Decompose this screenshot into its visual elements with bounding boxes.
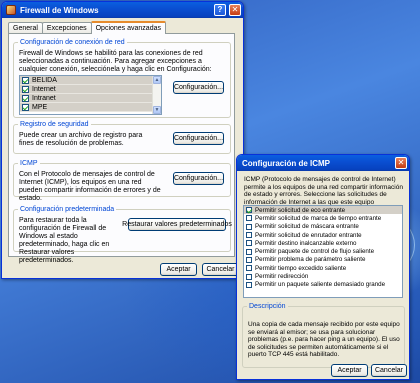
icmp-option-label: Permitir solicitud de enrutador entrante (255, 231, 362, 239)
default-settings-text: Para restaurar toda la configuración de … (19, 217, 110, 264)
icmp-option-label: Permitir un paquete saliente demasiado g… (255, 281, 386, 289)
connections-scrollbar[interactable]: ▲ ▼ (152, 76, 161, 114)
network-settings-button[interactable]: Configuración... (173, 81, 224, 94)
icmp-dialog: Configuración de ICMP ✕ ICMP (Protocolo … (236, 154, 410, 380)
icmp-option-row[interactable]: Permitir problema de parámetro saliente (244, 256, 402, 264)
icmp-text: Con el Protocolo de mensajes de control … (19, 171, 161, 202)
icmp-option-checkbox[interactable] (246, 273, 252, 280)
firewall-window: Firewall de Windows ? ✕ General Excepcio… (1, 1, 244, 279)
icmp-option-row[interactable]: Permitir solicitud de eco entrante (244, 206, 402, 215)
connection-checkbox[interactable] (22, 76, 29, 84)
icmp-option-label: Permitir destino inalcanzable externo (255, 239, 357, 247)
icmp-option-row[interactable]: Permitir solicitud de máscara entrante (244, 223, 402, 231)
icmp-option-row[interactable]: Permitir solicitud de marca de tiempo en… (244, 214, 402, 222)
firewall-titlebar[interactable]: Firewall de Windows (2, 2, 243, 18)
connection-label: MPE (32, 103, 48, 111)
close-button[interactable]: ✕ (229, 4, 241, 16)
connection-checkbox[interactable] (22, 94, 29, 102)
icmp-cancel-button[interactable]: Cancelar (371, 364, 407, 377)
icmp-option-row[interactable]: Permitir paquete de control de flujo sal… (244, 247, 402, 255)
icmp-option-row[interactable]: Permitir redirección (244, 272, 402, 280)
icmp-option-label: Permitir solicitud de eco entrante (255, 206, 346, 214)
tab-general[interactable]: General (8, 22, 43, 33)
network-settings-text: Firewall de Windows se habilitó para las… (19, 50, 212, 73)
help-button[interactable]: ? (214, 4, 226, 16)
icmp-settings-button[interactable]: Configuración... (173, 172, 224, 185)
connection-item[interactable]: BELIDA (20, 76, 161, 85)
network-settings-title: Configuración de conexión de red (18, 38, 127, 47)
connection-checkbox[interactable] (22, 103, 29, 111)
icmp-ok-button[interactable]: Aceptar (331, 364, 368, 377)
default-settings-title: Configuración predeterminada (18, 205, 117, 214)
icmp-option-checkbox[interactable] (246, 232, 252, 239)
description-title: Descripción (247, 302, 288, 311)
icmp-dialog-title: Configuración de ICMP (242, 158, 330, 168)
icmp-title: ICMP (18, 159, 40, 168)
default-settings-group: Configuración predeterminada Para restau… (13, 205, 232, 264)
icmp-option-label: Permitir problema de parámetro saliente (255, 256, 366, 264)
connection-label: BELIDA (32, 76, 57, 84)
icmp-option-checkbox[interactable] (246, 215, 252, 222)
connection-item[interactable]: MPE (20, 103, 161, 112)
icmp-option-checkbox[interactable] (246, 265, 252, 272)
firewall-shield-icon (6, 5, 16, 15)
icmp-option-checkbox[interactable] (246, 240, 252, 247)
scroll-down-arrow-icon[interactable]: ▼ (153, 106, 161, 114)
icmp-option-label: Permitir paquete de control de flujo sal… (255, 248, 375, 256)
icmp-option-label: Permitir solicitud de marca de tiempo en… (255, 214, 382, 222)
icmp-option-row[interactable]: Permitir tiempo excedido saliente (244, 264, 402, 272)
connections-list[interactable]: BELIDA Internet Intranet MPE ▲ ▼ (19, 75, 162, 115)
security-log-group: Registro de seguridad Puede crear un arc… (13, 120, 231, 154)
icmp-option-checkbox[interactable] (246, 248, 252, 255)
advanced-options-panel: Configuración de conexión de red Firewal… (8, 33, 235, 264)
security-log-settings-button[interactable]: Configuración... (173, 132, 224, 145)
icmp-option-row[interactable]: Permitir destino inalcanzable externo (244, 239, 402, 247)
icmp-option-checkbox[interactable] (246, 281, 252, 288)
restore-defaults-button[interactable]: Restaurar valores predeterminados (122, 218, 232, 231)
tab-strip: General Excepciones Opciones avanzadas (8, 21, 166, 34)
cancel-button[interactable]: Cancelar (202, 263, 239, 276)
tab-advanced-options[interactable]: Opciones avanzadas (90, 21, 166, 34)
connection-item[interactable]: Intranet (20, 94, 161, 103)
security-log-title: Registro de seguridad (18, 120, 91, 129)
icmp-option-checkbox[interactable] (246, 223, 252, 230)
icmp-option-checkbox[interactable] (246, 207, 252, 214)
description-group: Descripción Una copia de cada mensaje re… (242, 302, 405, 368)
icmp-option-label: Permitir solicitud de máscara entrante (255, 223, 359, 231)
ok-button[interactable]: Aceptar (160, 263, 197, 276)
description-text: Una copia de cada mensaje recibido por e… (248, 321, 400, 359)
window-title: Firewall de Windows (20, 5, 99, 15)
network-settings-group: Configuración de conexión de red Firewal… (13, 38, 231, 118)
security-log-text: Puede crear un archivo de registro para … (19, 132, 143, 147)
tab-exceptions[interactable]: Excepciones (41, 22, 92, 33)
icmp-option-label: Permitir tiempo excedido saliente (255, 264, 347, 272)
icmp-close-button[interactable]: ✕ (395, 157, 407, 169)
scroll-up-arrow-icon[interactable]: ▲ (153, 76, 161, 84)
connection-item[interactable]: Internet (20, 85, 161, 94)
connection-checkbox[interactable] (22, 85, 29, 93)
connection-label: Intranet (32, 94, 56, 102)
icmp-options-list[interactable]: Permitir solicitud de eco entrante Permi… (243, 205, 403, 298)
icmp-group: ICMP Con el Protocolo de mensajes de con… (13, 159, 231, 202)
icmp-dialog-titlebar[interactable]: Configuración de ICMP (237, 155, 409, 171)
icmp-option-checkbox[interactable] (246, 256, 252, 263)
icmp-option-row[interactable]: Permitir solicitud de enrutador entrante (244, 231, 402, 239)
connection-label: Internet (32, 85, 56, 93)
icmp-option-label: Permitir redirección (255, 273, 309, 281)
icmp-option-row[interactable]: Permitir un paquete saliente demasiado g… (244, 281, 402, 289)
